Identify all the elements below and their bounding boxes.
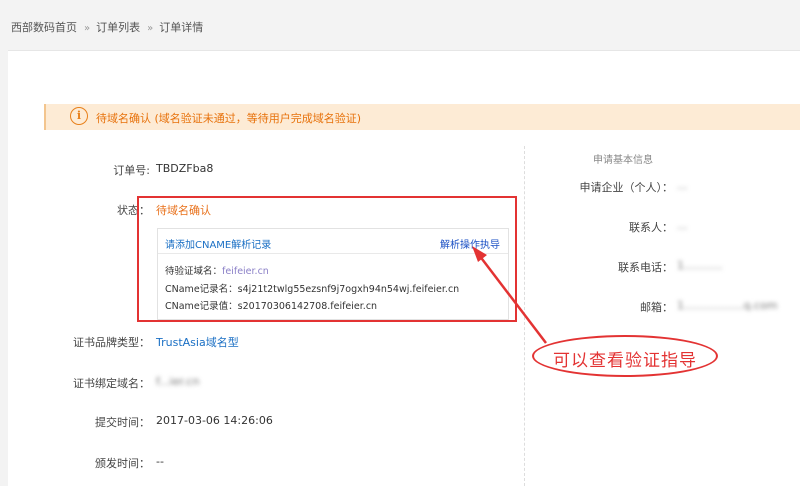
annotation-arrow — [472, 246, 547, 344]
callout-text: 可以查看验证指导 — [553, 351, 697, 371]
arrow-shaft — [478, 254, 547, 344]
annotation-callout: 可以查看验证指导 — [532, 335, 718, 377]
arrow-head — [472, 246, 487, 262]
